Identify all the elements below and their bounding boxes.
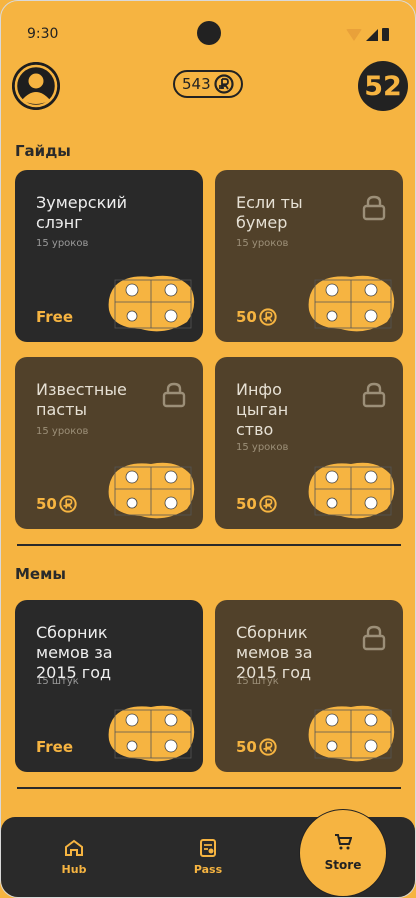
nav-store[interactable]: Store [299,809,387,897]
course-card-locked[interactable]: Если ты бумер 15 уроков 50 [215,170,403,342]
cart-icon [335,834,352,850]
meme-pack-card[interactable]: Сборник мемов за 2015 год 15 штук Free [15,600,203,772]
card-price: 50 [236,308,277,326]
card-subtitle: 15 штук [236,676,279,687]
coin-currency-icon [259,495,277,513]
nav-pass-label: Pass [193,863,223,876]
wifi-icon [346,29,362,41]
meme-collage-image [108,275,195,332]
section-title-guides: Гайды [15,142,71,160]
section-title-memes: Мемы [15,565,66,583]
card-price: 50 [236,495,277,513]
card-title: Известные пасты [36,380,127,419]
lock-icon [162,382,186,408]
coin-currency-icon [259,308,277,326]
coin-currency-icon [59,495,77,513]
coin-balance-value: 543 [182,75,211,93]
profile-avatar-button[interactable] [12,62,60,110]
card-subtitle: 15 штук [36,676,79,687]
course-card[interactable]: Зумерский слэнг 15 уроков Free [15,170,203,342]
meme-collage-image [108,705,195,762]
coin-balance[interactable]: 543 [173,70,243,98]
card-title: Зумерский слэнг [36,193,128,232]
card-subtitle: 15 уроков [36,426,89,437]
nav-hub[interactable]: Hub [34,839,114,876]
camera-cutout [197,21,221,45]
meme-collage-image [308,275,395,332]
card-subtitle: 15 уроков [236,442,289,453]
cell-signal-icon [366,29,378,41]
meme-collage-image [308,705,395,762]
card-price: 50 [36,495,77,513]
card-price: Free [36,738,73,756]
price-label: 50 [36,495,57,513]
meme-pack-card-locked[interactable]: Сборник мемов за 2015 год 15 штук 50 [215,600,403,772]
card-price: 50 [236,738,277,756]
meme-collage-image [308,462,395,519]
card-subtitle: 15 уроков [236,238,289,249]
coin-currency-icon [214,74,234,94]
lock-icon [362,382,386,408]
meme-collage-image [108,462,195,519]
home-icon [65,839,83,856]
app-frame: 9:30 543 52 Гайды Зумерский слэнг 15 уро… [0,0,416,898]
card-price: Free [36,308,73,326]
nav-store-label: Store [324,858,362,872]
user-icon [12,62,60,110]
section-divider [17,544,401,546]
pass-icon [200,839,216,857]
price-label: 50 [236,308,257,326]
nav-pass[interactable]: Pass [168,839,248,876]
lock-icon [362,195,386,221]
card-title: Сборник мемов за 2015 год [236,623,313,682]
status-icons [346,28,389,41]
price-label: 50 [236,495,257,513]
level-badge[interactable]: 52 [358,61,408,111]
lock-icon [362,625,386,651]
card-title: Сборник мемов за 2015 год [36,623,113,682]
coin-currency-icon [259,738,277,756]
nav-hub-label: Hub [61,863,87,876]
card-title: Инфо цыган ство [236,380,289,439]
course-card-locked[interactable]: Известные пасты 15 уроков 50 [15,357,203,529]
card-title: Если ты бумер [236,193,303,232]
battery-icon [382,28,389,41]
card-subtitle: 15 уроков [36,238,89,249]
status-time: 9:30 [27,26,59,42]
section-divider [17,787,401,789]
price-label: Free [36,308,74,326]
price-label: 50 [236,738,257,756]
course-card-locked[interactable]: Инфо цыган ство 15 уроков 50 [215,357,403,529]
price-label: Free [36,738,74,756]
